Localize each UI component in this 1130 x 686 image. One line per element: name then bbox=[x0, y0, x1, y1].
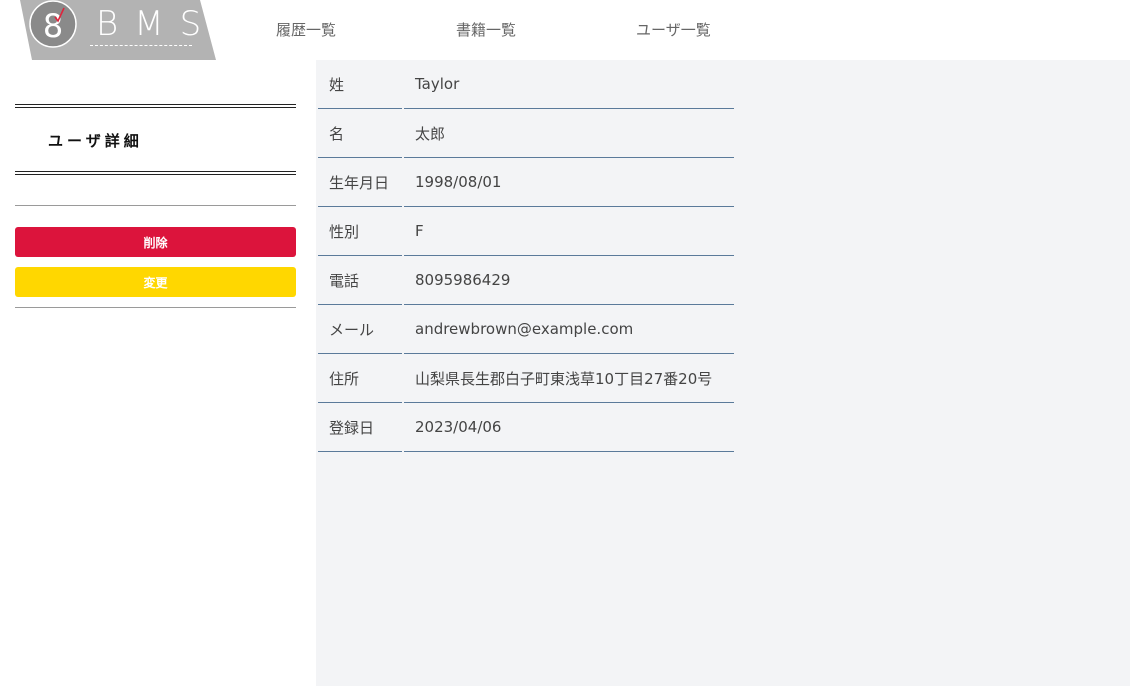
row-label: 姓 bbox=[318, 60, 402, 109]
action-area: 削除 変更 bbox=[15, 205, 296, 308]
logo-digit: 8 bbox=[43, 7, 63, 45]
nav-users[interactable]: ユーザ一覧 bbox=[636, 19, 711, 40]
table-row: 生年月日 1998/08/01 bbox=[318, 158, 734, 207]
row-value: Taylor bbox=[404, 60, 734, 109]
table-row: 名 太郎 bbox=[318, 109, 734, 158]
nav-history[interactable]: 履歴一覧 bbox=[276, 19, 336, 40]
row-value: 山梨県長生郡白子町東浅草10丁目27番20号 bbox=[404, 354, 734, 403]
table-row: 電話 8095986429 bbox=[318, 256, 734, 305]
row-label: 名 bbox=[318, 109, 402, 158]
row-value: 8095986429 bbox=[404, 256, 734, 305]
sidebar-title-box: ユーザ詳細 bbox=[15, 104, 296, 175]
row-label: 性別 bbox=[318, 207, 402, 256]
row-value: 2023/04/06 bbox=[404, 403, 734, 452]
logo-underline bbox=[90, 45, 192, 46]
logo-text: BMS bbox=[96, 4, 218, 44]
row-label: 生年月日 bbox=[318, 158, 402, 207]
header: 8 BMS 履歴一覧 書籍一覧 ユーザ一覧 bbox=[0, 0, 1130, 60]
row-label: 登録日 bbox=[318, 403, 402, 452]
row-label: 電話 bbox=[318, 256, 402, 305]
row-value: andrewbrown@example.com bbox=[404, 305, 734, 354]
row-value: 太郎 bbox=[404, 109, 734, 158]
table-row: 姓 Taylor bbox=[318, 60, 734, 109]
row-value: F bbox=[404, 207, 734, 256]
table-row: 住所 山梨県長生郡白子町東浅草10丁目27番20号 bbox=[318, 354, 734, 403]
table-row: 性別 F bbox=[318, 207, 734, 256]
row-label: 住所 bbox=[318, 354, 402, 403]
user-detail-table: 姓 Taylor 名 太郎 生年月日 1998/08/01 性別 F 電話 80… bbox=[316, 60, 736, 452]
table-row: メール andrewbrown@example.com bbox=[318, 305, 734, 354]
nav-books[interactable]: 書籍一覧 bbox=[456, 19, 516, 40]
logo[interactable]: 8 BMS bbox=[0, 0, 216, 60]
row-label: メール bbox=[318, 305, 402, 354]
edit-button[interactable]: 変更 bbox=[15, 267, 296, 297]
page-title: ユーザ詳細 bbox=[48, 132, 143, 150]
main-panel: 姓 Taylor 名 太郎 生年月日 1998/08/01 性別 F 電話 80… bbox=[316, 60, 1130, 686]
table-row: 登録日 2023/04/06 bbox=[318, 403, 734, 452]
row-value: 1998/08/01 bbox=[404, 158, 734, 207]
delete-button[interactable]: 削除 bbox=[15, 227, 296, 257]
